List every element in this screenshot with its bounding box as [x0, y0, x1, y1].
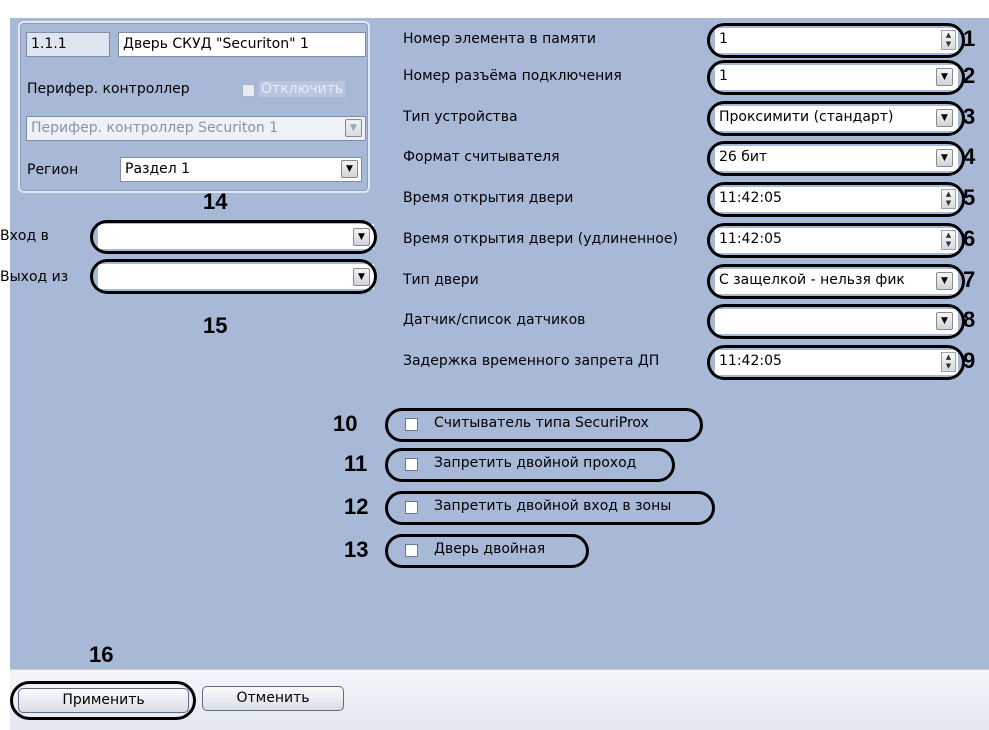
- callout-number: 11: [344, 451, 368, 476]
- callout-ring: [707, 223, 965, 258]
- callout-ring: [707, 304, 965, 339]
- cancel-button[interactable]: Отменить: [202, 686, 344, 711]
- callout-14: 14: [203, 189, 228, 214]
- callout-number: 7: [963, 267, 976, 292]
- id-field[interactable]: 1.1.1: [26, 32, 110, 57]
- callout-number: 13: [344, 537, 369, 562]
- callout-16: 16: [89, 642, 114, 667]
- callout-number: 2: [963, 63, 976, 88]
- callout-number: 4: [963, 144, 976, 169]
- callout-number: 3: [963, 104, 976, 129]
- callout-ring: [707, 23, 965, 58]
- entry-label: Вход в: [0, 228, 49, 244]
- controller-select[interactable]: Перифер. контроллер Securiton 1: [26, 116, 366, 141]
- callout-number: 12: [344, 494, 369, 519]
- chevron-down-icon[interactable]: ▼: [345, 119, 362, 137]
- callout-ring: [385, 491, 715, 525]
- callout-number: 10: [333, 411, 358, 436]
- disable-checkbox[interactable]: [242, 84, 255, 97]
- field-label: Номер разъёма подключения: [403, 68, 622, 84]
- field-label: Задержка временного запрета ДП: [403, 353, 660, 369]
- callout-ring: [385, 534, 589, 568]
- callout-number: 1: [963, 26, 976, 51]
- callout-ring: [707, 141, 965, 176]
- callout-16-ring: [10, 681, 196, 720]
- callout-15-ring: [90, 259, 377, 294]
- disable-label: Отключить: [259, 81, 346, 97]
- field-label: Время открытия двери: [403, 190, 574, 206]
- callout-ring: [707, 345, 965, 380]
- field-label: Тип двери: [403, 272, 479, 288]
- callout-number: 9: [963, 348, 976, 373]
- callout-ring: [707, 101, 965, 136]
- callout-ring: [707, 60, 965, 95]
- callout-number: 8: [963, 307, 976, 332]
- cropped-header-strip: [0, 0, 989, 18]
- field-label: Тип устройства: [403, 109, 518, 125]
- callout-number: 5: [963, 185, 976, 210]
- name-field[interactable]: Дверь СКУД "Securiton" 1: [118, 32, 366, 57]
- region-label: Регион: [27, 162, 79, 178]
- exit-label: Выход из: [0, 269, 69, 285]
- field-label: Номер элемента в памяти: [403, 31, 597, 47]
- callout-ring: [707, 264, 965, 299]
- callout-ring: [385, 448, 675, 482]
- field-label: Датчик/список датчиков: [403, 312, 586, 328]
- field-label: Время открытия двери (удлиненное): [403, 231, 678, 247]
- callout-14-ring: [90, 220, 377, 254]
- region-select[interactable]: Раздел 1: [120, 157, 362, 182]
- callout-number: 6: [963, 226, 976, 251]
- controller-label: Перифер. контроллер: [27, 81, 190, 97]
- callout-15: 15: [203, 313, 228, 338]
- field-label: Формат считывателя: [403, 149, 560, 165]
- callout-ring: [385, 408, 703, 442]
- chevron-down-icon[interactable]: ▼: [341, 160, 358, 178]
- callout-ring: [707, 182, 965, 217]
